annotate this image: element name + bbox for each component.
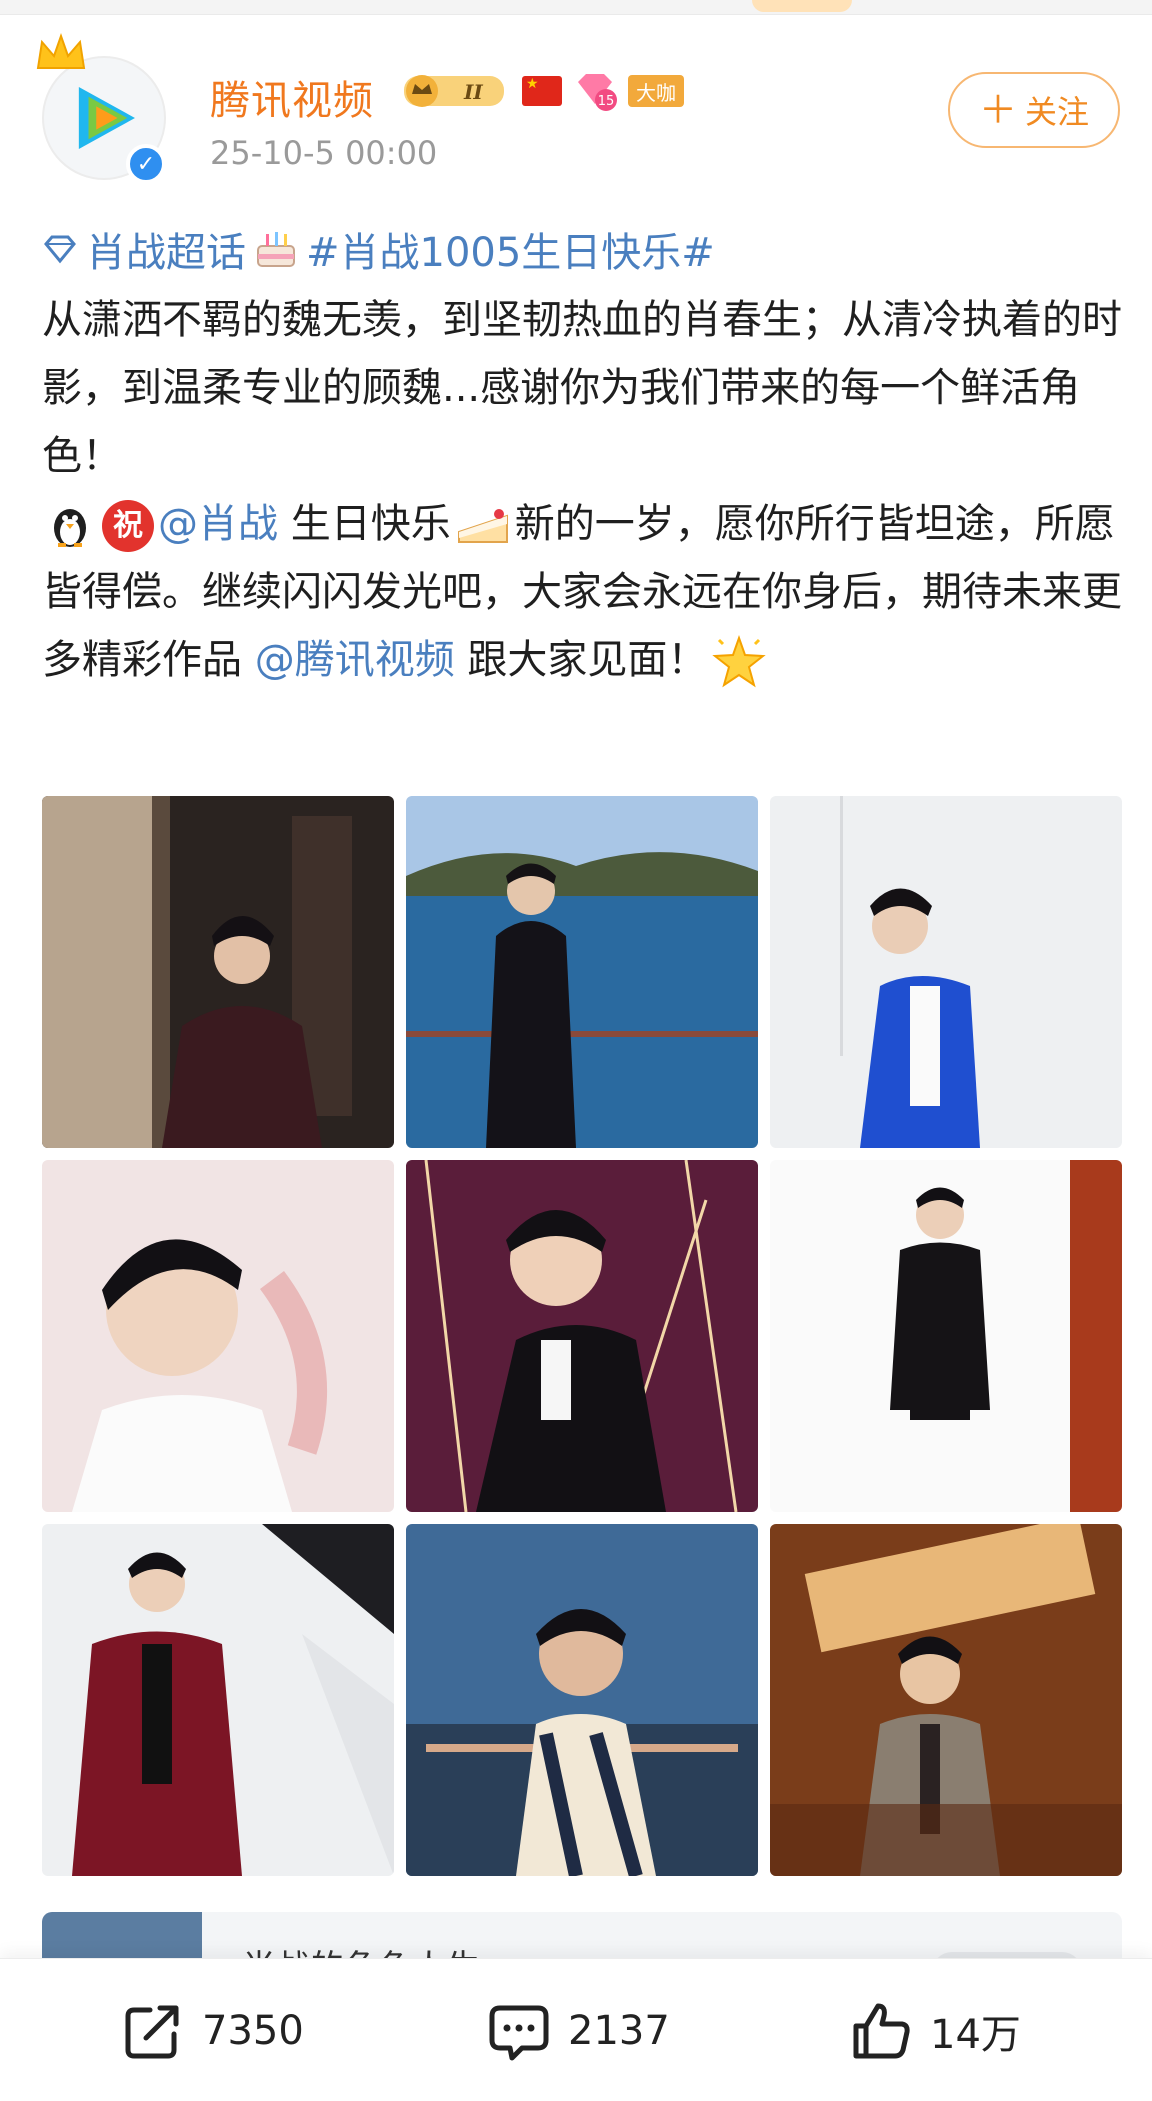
tags-line: 肖战超话 #肖战1005生日快乐# (42, 220, 715, 278)
supertopic-link[interactable]: 肖战超话 (86, 220, 246, 278)
post-time: 25-10-5 00:00 (210, 134, 438, 172)
photo-3[interactable] (770, 796, 1122, 1148)
hashtag-link[interactable]: #肖战1005生日快乐# (306, 220, 715, 278)
cake-icon (257, 232, 295, 267)
like-icon (853, 2003, 910, 2059)
birthday-text: 生日快乐 (278, 501, 451, 547)
like-count: 14万 (930, 2012, 1021, 2058)
follow-label: 关注 (1025, 93, 1090, 131)
top-accent (752, 0, 852, 12)
post-paragraph-2-end: 跟大家见面！ (454, 637, 708, 683)
photo-grid (42, 796, 1122, 1876)
comment-icon (489, 2005, 549, 2061)
daka-badge[interactable]: 大咖 (628, 75, 684, 107)
like-button[interactable]: 14万 (850, 1999, 1021, 2063)
badge-row: II 15 大咖 (402, 70, 684, 112)
photo-7[interactable] (42, 1524, 394, 1876)
bottom-action-bar: 7350 2137 14万 (0, 1958, 1152, 2101)
top-strip (0, 0, 1152, 15)
photo-6[interactable] (770, 1160, 1122, 1512)
mention-xiaozhan[interactable]: @肖战 (158, 501, 278, 547)
post-paragraph-2: 祝 @肖战 生日快乐 新的一岁，愿你所行皆坦途，所愿皆得偿。继续闪闪发光吧，大家会… (42, 490, 1122, 694)
slice-icon (457, 509, 508, 543)
photo-2[interactable] (406, 796, 758, 1148)
repost-count: 7350 (202, 2008, 304, 2054)
diamond-badge-count: 15 (598, 94, 615, 109)
photo-4[interactable] (42, 1160, 394, 1512)
flag-icon (522, 76, 562, 106)
post-paragraph-1: 从潇洒不羁的魏无羡，到坚韧热血的肖春生；从清冷执着的时影，到温柔专业的顾魏...… (42, 297, 1122, 479)
plus-icon: ＋ (978, 88, 1017, 132)
comment-count: 2137 (568, 2008, 670, 2054)
follow-button[interactable]: ＋ 关注 (948, 72, 1120, 148)
comment-button[interactable]: 2137 (488, 1999, 670, 2063)
author-name[interactable]: 腾讯视频 (210, 68, 374, 126)
photo-9[interactable] (770, 1524, 1122, 1876)
photo-8[interactable] (406, 1524, 758, 1876)
crown-icon (36, 32, 86, 69)
penguin-icon (54, 509, 86, 547)
zhu-icon: 祝 (102, 500, 154, 552)
supertopic-diamond-icon (44, 235, 76, 264)
verified-icon: ✓ (126, 144, 166, 184)
share-icon (125, 2005, 179, 2059)
photo-1[interactable] (42, 796, 394, 1148)
level-badge-icon[interactable]: II (402, 72, 512, 110)
photo-5[interactable] (406, 1160, 758, 1512)
diamond-icon[interactable]: 15 (572, 70, 618, 112)
level-badge-text: II (463, 80, 483, 104)
mention-tencent-video[interactable]: @腾讯视频 (255, 637, 455, 683)
star-icon (712, 634, 767, 688)
repost-button[interactable]: 7350 (122, 1999, 304, 2063)
